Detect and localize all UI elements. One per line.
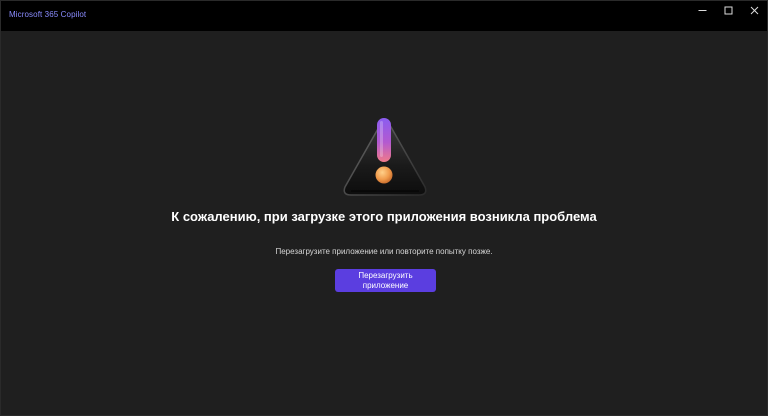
minimize-button[interactable] — [689, 1, 715, 19]
close-button[interactable] — [741, 1, 767, 19]
app-window: Microsoft 365 Copilot К сожалению, при з… — [0, 0, 768, 416]
error-message: Перезагрузите приложение или повторите п… — [275, 247, 493, 256]
title-bar[interactable]: Microsoft 365 Copilot — [1, 1, 767, 31]
minimize-icon — [698, 6, 707, 15]
error-page: К сожалению, при загрузке этого приложен… — [1, 31, 767, 415]
window-title: Microsoft 365 Copilot — [9, 10, 87, 19]
reload-app-button[interactable]: Перезагрузить приложение — [335, 269, 436, 292]
warning-icon — [341, 115, 429, 197]
maximize-button[interactable] — [715, 1, 741, 19]
close-icon — [750, 6, 759, 15]
maximize-icon — [724, 6, 733, 15]
window-controls — [689, 1, 767, 19]
error-headline: К сожалению, при загрузке этого приложен… — [171, 209, 597, 224]
